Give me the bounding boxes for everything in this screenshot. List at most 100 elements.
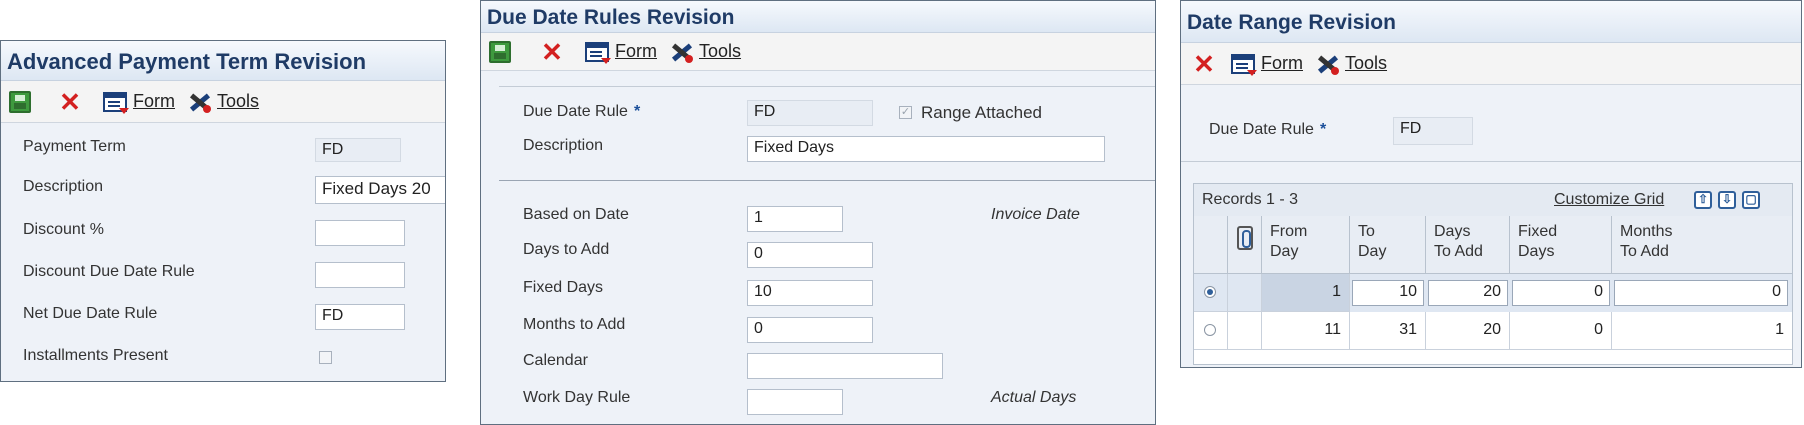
date-range-panel: Date Range Revision ✕ Form Tools Due Dat… (1180, 0, 1802, 368)
save-button[interactable] (489, 40, 511, 63)
months-to-add-cell: 1 (1612, 312, 1792, 350)
due-date-rules-panel: Due Date Rules Revision ✕ Form Tools Due… (480, 0, 1156, 425)
toolbar: ✕ Form Tools (1, 81, 445, 123)
panel-title: Advanced Payment Term Revision (1, 41, 445, 81)
tools-label: Tools (217, 91, 260, 111)
form-menu[interactable]: Form (103, 91, 175, 114)
form-label: Form (1261, 53, 1303, 73)
close-button[interactable]: ✕ (539, 39, 565, 65)
due-date-rule-label: Due Date Rule * (1209, 121, 1326, 139)
days-to-add-label: Days to Add (523, 241, 610, 258)
description-field[interactable]: Fixed Days 20 (315, 176, 445, 204)
work-day-rule-label: Work Day Rule (523, 389, 631, 406)
fixed-days-cell: 0 (1510, 312, 1612, 350)
required-marker: * (633, 103, 641, 120)
based-on-date-label: Based on Date (523, 206, 629, 223)
maximize-grid-icon[interactable]: ▢ (1742, 191, 1760, 209)
from-day-cell: 1 (1262, 274, 1350, 312)
row-select-cell[interactable] (1194, 312, 1228, 350)
due-date-rule-field: FD (1393, 117, 1473, 145)
description-field[interactable]: Fixed Days (747, 136, 1105, 162)
work-day-rule-description: Actual Days (991, 389, 1077, 406)
days-to-add-field[interactable]: 0 (747, 242, 873, 268)
months-to-add-field[interactable]: 0 (747, 317, 873, 343)
column-header-to-day: To Day (1350, 216, 1426, 274)
column-header-months-to-add: Months To Add (1612, 216, 1792, 274)
import-icon[interactable]: ⇩ (1718, 191, 1736, 209)
save-icon (489, 40, 511, 63)
due-date-rule-text: Due Date Rule (523, 103, 628, 120)
select-column-header (1194, 216, 1228, 274)
paperclip-icon (1237, 226, 1253, 250)
calendar-field[interactable] (747, 353, 943, 379)
days-to-add-cell: 20 (1426, 312, 1510, 350)
form-icon (103, 91, 129, 114)
row-radio[interactable] (1204, 324, 1216, 336)
attachment-cell (1228, 274, 1262, 312)
toolbar: ✕ Form Tools (1181, 43, 1801, 85)
table-row[interactable]: 11 31 20 0 1 (1194, 312, 1792, 350)
tools-icon (669, 41, 693, 63)
form-icon (1231, 53, 1257, 76)
range-attached-label: Range Attached (921, 103, 1042, 122)
required-marker: * (1319, 121, 1327, 138)
top-divider (499, 86, 1155, 87)
tools-icon (187, 91, 211, 113)
discount-due-date-rule-label: Discount Due Date Rule (23, 263, 195, 280)
records-count: Records 1 - 3 (1202, 191, 1299, 208)
customize-grid-link[interactable]: Customize Grid (1554, 191, 1664, 209)
based-on-date-description: Invoice Date (991, 206, 1080, 223)
due-date-rule-field: FD (747, 100, 873, 126)
description-label: Description (523, 137, 604, 154)
close-icon: ✕ (1193, 48, 1215, 79)
row-radio[interactable] (1204, 286, 1216, 298)
fixed-days-label: Fixed Days (523, 279, 604, 296)
column-header-from-day: From Day (1262, 216, 1350, 274)
net-due-date-rule-label: Net Due Date Rule (23, 305, 158, 322)
tools-label: Tools (699, 41, 742, 61)
payment-term-field: FD (315, 138, 401, 162)
export-icon[interactable]: ⇧ (1694, 191, 1712, 209)
close-button[interactable]: ✕ (1191, 48, 1217, 79)
due-date-rule-label: Due Date Rule * (523, 103, 640, 121)
range-attached-checkbox: ✓ (899, 106, 912, 119)
form-icon (585, 41, 611, 64)
close-icon: ✕ (59, 86, 81, 117)
tools-label: Tools (1345, 53, 1388, 73)
date-range-grid: Records 1 - 3 Customize Grid ⇧ ⇩ ▢ From D… (1193, 183, 1793, 365)
panel-title: Date Range Revision (1181, 1, 1801, 43)
tools-menu[interactable]: Tools (1315, 53, 1387, 75)
row-select-cell[interactable] (1194, 274, 1228, 312)
discount-percent-field[interactable] (315, 220, 405, 246)
column-header-days-to-add: Days To Add (1426, 216, 1510, 274)
discount-due-date-rule-field[interactable] (315, 262, 405, 288)
installments-present-label: Installments Present (23, 347, 168, 364)
installments-present-checkbox[interactable] (319, 351, 332, 364)
work-day-rule-field[interactable] (747, 389, 843, 415)
tools-menu[interactable]: Tools (669, 41, 741, 63)
tools-icon (1315, 53, 1339, 75)
column-header-fixed-days: Fixed Days (1510, 216, 1612, 274)
to-day-input[interactable]: 10 (1352, 280, 1424, 306)
save-button[interactable] (9, 90, 31, 113)
save-icon (9, 90, 31, 113)
calendar-label: Calendar (523, 352, 588, 369)
panel-title: Due Date Rules Revision (481, 1, 1155, 33)
months-to-add-input[interactable]: 0 (1614, 280, 1788, 306)
to-day-cell: 31 (1350, 312, 1426, 350)
table-row[interactable]: 1 10 20 0 0 (1194, 274, 1792, 312)
form-label: Form (615, 41, 657, 61)
days-to-add-input[interactable]: 20 (1428, 280, 1508, 306)
section-divider (499, 180, 1155, 181)
from-day-cell: 11 (1262, 312, 1350, 350)
based-on-date-field[interactable]: 1 (747, 206, 843, 232)
close-button[interactable]: ✕ (57, 86, 83, 117)
net-due-date-rule-field[interactable]: FD (315, 304, 405, 330)
tools-menu[interactable]: Tools (187, 91, 259, 113)
form-menu[interactable]: Form (1231, 53, 1303, 76)
form-menu[interactable]: Form (585, 41, 657, 64)
attachment-cell (1228, 312, 1262, 350)
fixed-days-field[interactable]: 10 (747, 280, 873, 306)
description-label: Description (23, 178, 104, 195)
fixed-days-input[interactable]: 0 (1512, 280, 1610, 306)
